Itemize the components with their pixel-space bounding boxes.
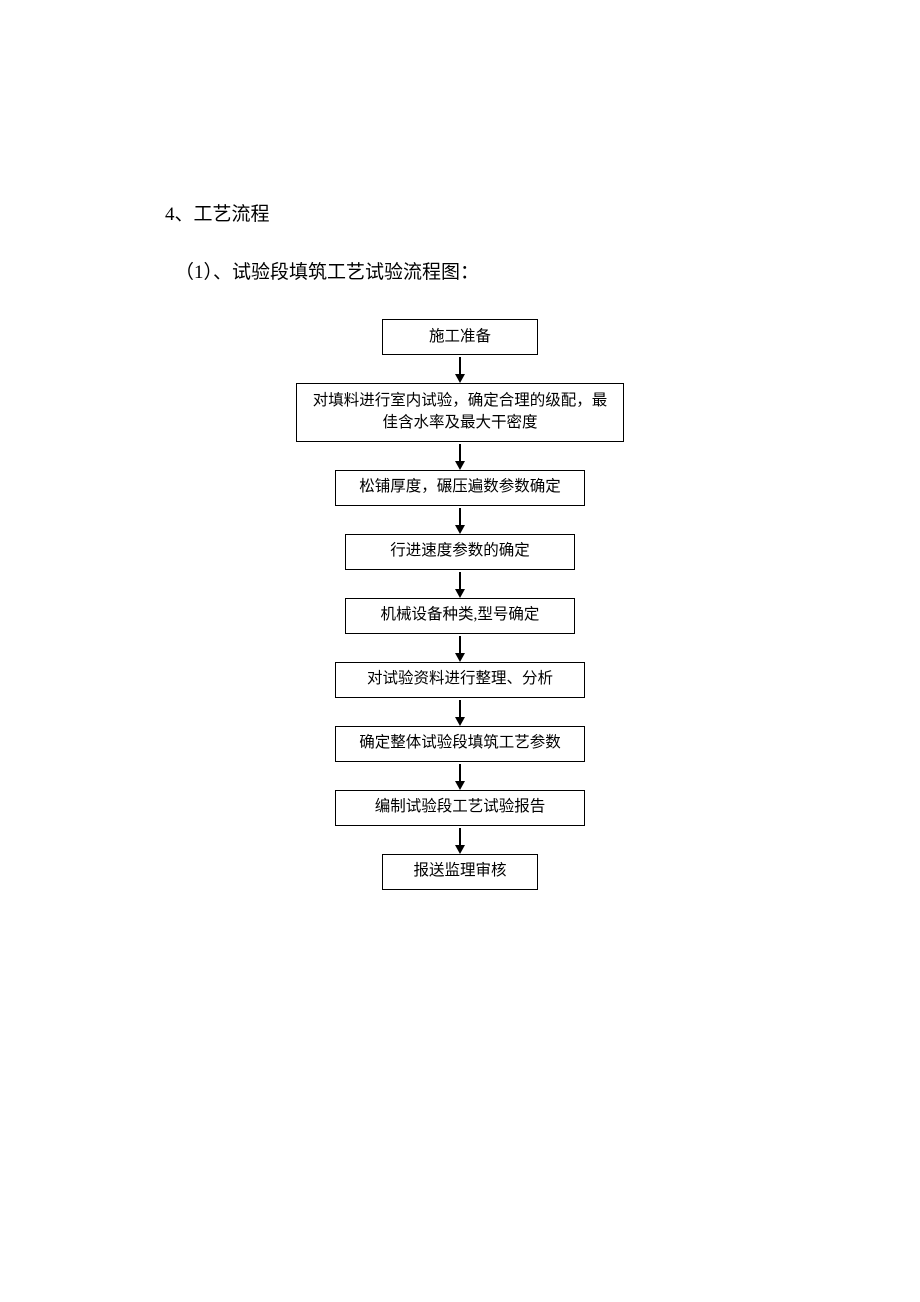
section-heading: 4、工艺流程 — [165, 200, 755, 230]
flow-node-submit-review: 报送监理审核 — [382, 854, 538, 890]
flow-arrow — [455, 828, 465, 854]
flow-node-start: 施工准备 — [382, 319, 538, 355]
flow-arrow — [455, 508, 465, 534]
flow-node-thickness-params: 松铺厚度，碾压遍数参数确定 — [335, 470, 585, 506]
flow-arrow — [455, 572, 465, 598]
flow-arrow — [455, 357, 465, 383]
flow-node-equipment: 机械设备种类,型号确定 — [345, 598, 575, 634]
section-subheading: （1）、试验段填筑工艺试验流程图： — [165, 258, 755, 288]
flow-node-compile-report: 编制试验段工艺试验报告 — [335, 790, 585, 826]
flow-node-analyze: 对试验资料进行整理、分析 — [335, 662, 585, 698]
flow-arrow — [455, 444, 465, 470]
flow-arrow — [455, 700, 465, 726]
flow-node-speed-params: 行进速度参数的确定 — [345, 534, 575, 570]
flow-arrow — [455, 636, 465, 662]
flow-arrow — [455, 764, 465, 790]
flow-node-determine-params: 确定整体试验段填筑工艺参数 — [335, 726, 585, 762]
process-flowchart: 施工准备 对填料进行室内试验，确定合理的级配，最佳含水率及最大干密度 松铺厚度，… — [165, 319, 755, 890]
flow-node-material-test: 对填料进行室内试验，确定合理的级配，最佳含水率及最大干密度 — [296, 383, 624, 442]
document-page: 4、工艺流程 （1）、试验段填筑工艺试验流程图： 施工准备 对填料进行室内试验，… — [0, 0, 920, 990]
